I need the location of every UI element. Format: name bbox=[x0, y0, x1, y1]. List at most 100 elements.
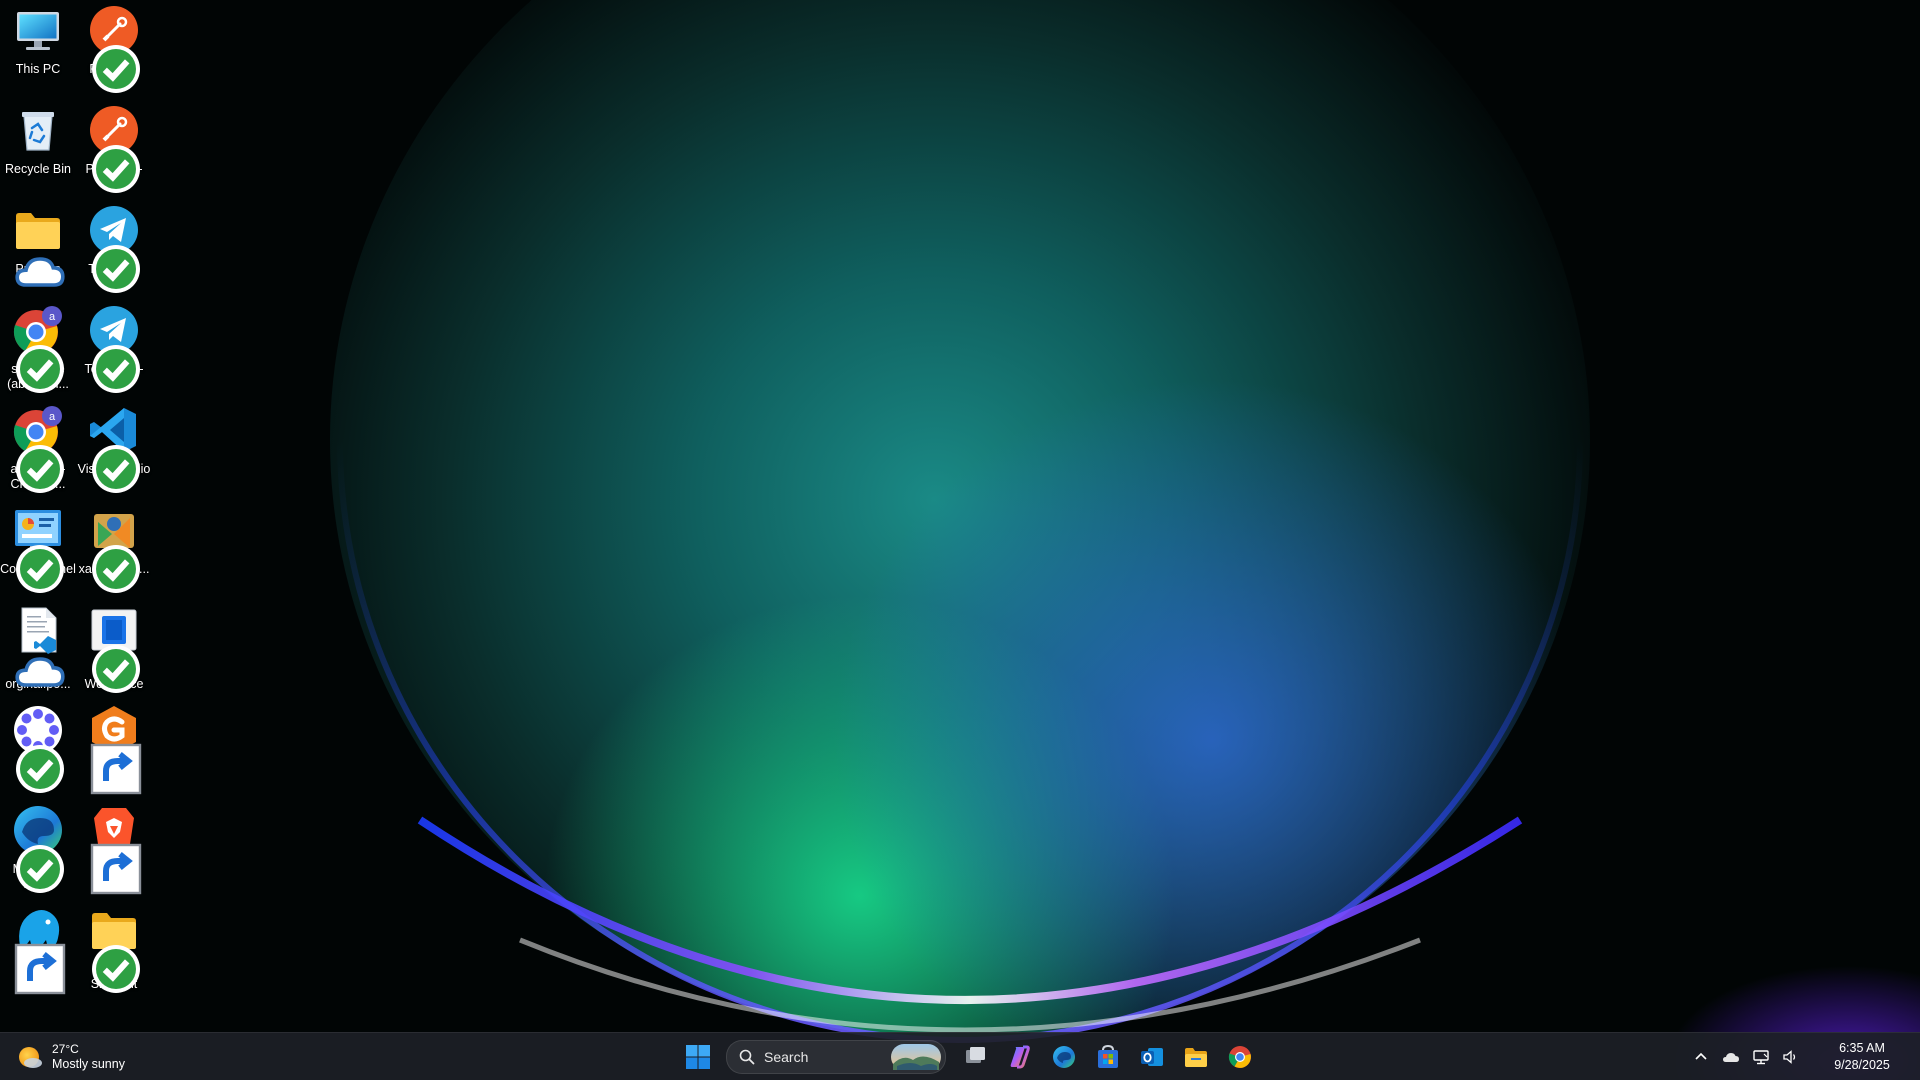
microsoft-store-icon bbox=[1098, 1044, 1118, 1068]
search-highlight-image bbox=[891, 1044, 941, 1070]
desktop-icon-telegram[interactable]: Telegram bbox=[76, 204, 152, 293]
desktop-icon-label: This PC bbox=[15, 62, 61, 76]
copilot-icon bbox=[1010, 1045, 1030, 1069]
store-button[interactable] bbox=[1088, 1037, 1128, 1077]
telegram-icon bbox=[88, 204, 140, 293]
desktop-icon-food-doc[interactable]: food orginal.po... bbox=[0, 604, 76, 692]
desktop[interactable]: This PC Postman Recycle Bin Postman - CopyP… bbox=[0, 0, 1920, 1080]
desktop-icon-postman[interactable]: Postman bbox=[76, 4, 152, 93]
start-button[interactable] bbox=[678, 1037, 718, 1077]
clock[interactable]: 6:35 AM 9/28/2025 bbox=[1814, 1040, 1910, 1074]
task-view-icon bbox=[966, 1047, 985, 1063]
desktop-icon-www-shortcut[interactable]: www - Shortcut bbox=[76, 904, 152, 993]
outlook-icon bbox=[1141, 1048, 1163, 1066]
synced-badge-icon bbox=[14, 743, 64, 793]
desktop-icon-loom[interactable]: Loom bbox=[0, 704, 76, 793]
synced-badge-icon bbox=[90, 343, 140, 393]
folder-icon bbox=[88, 904, 140, 993]
volume-icon bbox=[1783, 1050, 1796, 1064]
postman-icon bbox=[88, 4, 140, 93]
search-icon bbox=[739, 1049, 755, 1065]
desktop-icon-vscode[interactable]: Visual Studio Code bbox=[76, 404, 152, 493]
file-explorer-button[interactable] bbox=[1176, 1037, 1216, 1077]
desktop-icon-recycle-bin[interactable]: Recycle Bin bbox=[0, 104, 76, 177]
synced-badge-icon bbox=[14, 443, 64, 493]
zoom-icon bbox=[88, 604, 140, 693]
desktop-icon-zoom[interactable]: Zoom Workplace bbox=[76, 604, 152, 693]
desktop-icon-abdullah-chrome[interactable]: aabdullah - Chrome... bbox=[0, 404, 76, 493]
desktop-icon-postman-copy[interactable]: Postman - Copy bbox=[76, 104, 152, 193]
task-view-button[interactable] bbox=[956, 1037, 996, 1077]
clock-date: 9/28/2025 bbox=[1834, 1058, 1890, 1072]
weather-temperature: 27°C bbox=[52, 1042, 79, 1056]
xampp-icon bbox=[88, 504, 140, 593]
synced-badge-icon bbox=[90, 443, 140, 493]
synced-badge-icon bbox=[90, 643, 140, 693]
recycle-bin-icon bbox=[12, 104, 64, 156]
desktop-icon-laragon[interactable]: Laragon bbox=[0, 904, 76, 995]
loom-icon bbox=[12, 704, 64, 793]
wallpaper-image bbox=[0, 0, 1920, 1080]
telegram-icon bbox=[88, 304, 140, 393]
desktop-icon-edge[interactable]: Microsoft Edge bbox=[0, 804, 76, 893]
chrome-profile-icon: a bbox=[12, 404, 64, 493]
weather-condition: Mostly sunny bbox=[52, 1057, 125, 1071]
file-explorer-icon bbox=[1185, 1048, 1207, 1067]
desktop-icon-control-panel[interactable]: Control Panel bbox=[0, 504, 76, 593]
synced-badge-icon bbox=[90, 543, 140, 593]
brave-icon bbox=[88, 804, 142, 895]
synced-badge-icon bbox=[14, 343, 64, 393]
svg-text:a: a bbox=[49, 411, 56, 423]
desktop-icon-this-pc[interactable]: This PC bbox=[0, 4, 76, 77]
synced-badge-icon bbox=[90, 43, 140, 93]
edge-icon bbox=[12, 804, 64, 893]
synced-badge-icon bbox=[90, 943, 140, 993]
outlook-button[interactable] bbox=[1132, 1037, 1172, 1077]
windows-start-icon bbox=[686, 1045, 710, 1069]
synced-badge-icon bbox=[90, 243, 140, 293]
desktop-icon-softvence-chrome[interactable]: asoftvence (abdullah... bbox=[0, 304, 76, 393]
laragon-icon bbox=[12, 904, 66, 995]
vscode-document-icon bbox=[12, 604, 65, 687]
cloud-badge-icon bbox=[14, 243, 65, 287]
shortcut-badge-icon bbox=[90, 843, 142, 895]
synced-badge-icon bbox=[14, 543, 64, 593]
desktop-icon-label: Recycle Bin bbox=[5, 162, 71, 176]
chrome-icon bbox=[1228, 1046, 1251, 1068]
onedrive-tray-button[interactable] bbox=[1716, 1042, 1746, 1072]
desktop-icon-grid: This PC Postman Recycle Bin Postman - CopyP… bbox=[0, 0, 160, 1030]
synced-badge-icon bbox=[14, 843, 64, 893]
control-panel-icon bbox=[12, 504, 64, 593]
network-icon bbox=[1753, 1050, 1769, 1065]
search-label: Search bbox=[764, 1049, 809, 1065]
cloud-badge-icon bbox=[14, 643, 65, 687]
volume-tray-button[interactable] bbox=[1776, 1042, 1806, 1072]
shortcut-badge-icon bbox=[14, 943, 66, 995]
desktop-icon-telegram-copy[interactable]: Telegram - Copy bbox=[76, 304, 152, 393]
shortcut-badge-icon bbox=[90, 743, 142, 795]
edge-taskbar-button[interactable] bbox=[1044, 1037, 1084, 1077]
svg-text:a: a bbox=[49, 311, 56, 323]
desktop-icon-gcc[interactable]: GCC bbox=[76, 704, 152, 795]
show-hidden-icons-button[interactable] bbox=[1686, 1042, 1716, 1072]
sun-icon bbox=[19, 1047, 42, 1068]
taskbar-search-box[interactable]: Search bbox=[726, 1040, 946, 1074]
folder-icon bbox=[12, 204, 65, 287]
chrome-button[interactable] bbox=[1220, 1037, 1260, 1077]
edge-icon bbox=[1053, 1046, 1075, 1068]
system-tray: 6:35 AM 9/28/2025 bbox=[1686, 1033, 1920, 1080]
copilot-button[interactable] bbox=[1000, 1037, 1040, 1077]
monitor-icon bbox=[12, 4, 64, 56]
desktop-icon-xampp[interactable]: xampp-win... bbox=[76, 504, 152, 593]
chevron-up-icon bbox=[1695, 1052, 1707, 1060]
desktop-icon-brave[interactable]: Brave bbox=[76, 804, 152, 895]
network-tray-button[interactable] bbox=[1746, 1042, 1776, 1072]
onedrive-cloud-icon bbox=[1723, 1053, 1739, 1062]
taskbar: 27°C Mostly sunny Search 6:35 AM 9/28/20… bbox=[0, 1032, 1920, 1080]
postman-icon bbox=[88, 104, 140, 193]
desktop-icon-projects[interactable]: Projects bbox=[0, 204, 76, 287]
vscode-icon bbox=[88, 404, 140, 493]
taskbar-pinned-apps: Search bbox=[676, 1037, 1262, 1077]
weather-widget[interactable]: 27°C Mostly sunny bbox=[16, 1039, 125, 1075]
clock-time: 6:35 AM bbox=[1839, 1041, 1885, 1055]
